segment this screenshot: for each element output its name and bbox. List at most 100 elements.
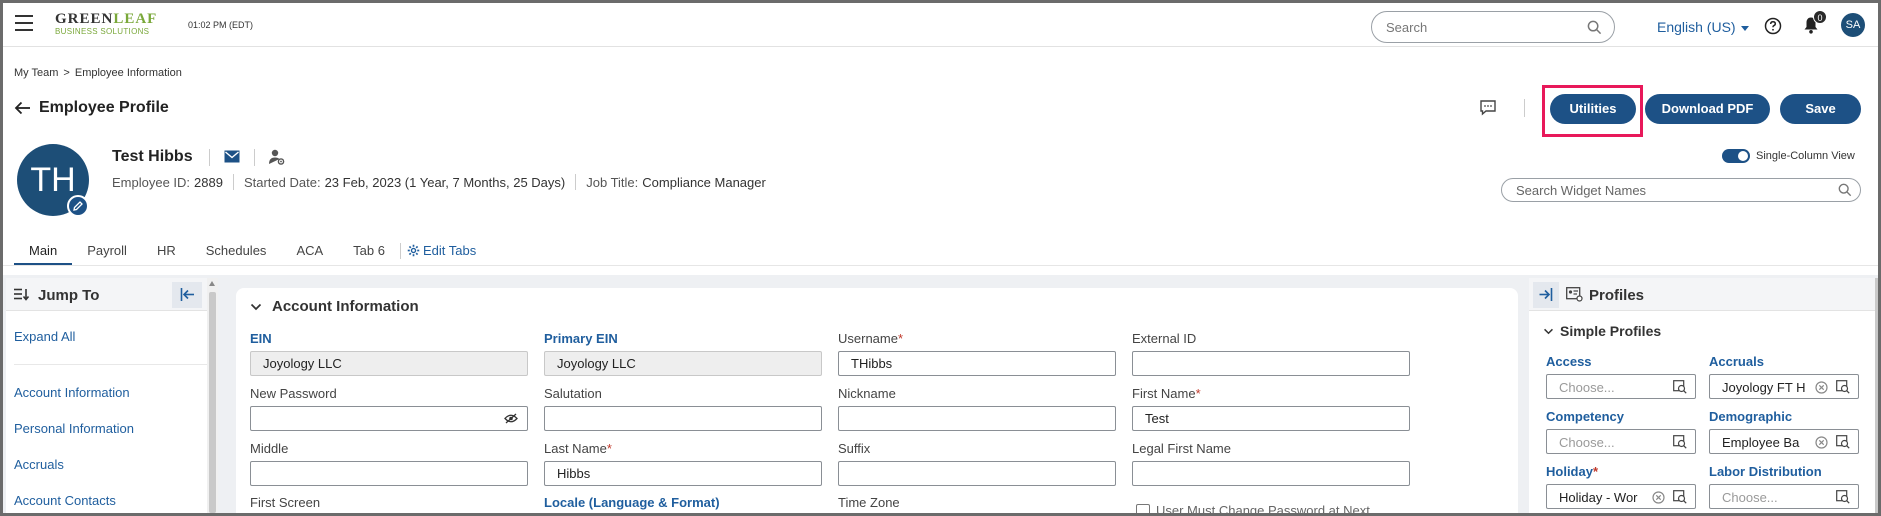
tab-6[interactable]: Tab 6	[338, 237, 400, 265]
jump-link-personal-information[interactable]: Personal Information	[14, 421, 134, 436]
lookup-icon[interactable]	[1673, 490, 1687, 504]
ein-field	[250, 351, 528, 376]
collapse-left-icon	[180, 288, 194, 301]
holiday-label-text: Holiday	[1546, 464, 1593, 479]
simple-profiles-toggle[interactable]: Simple Profiles	[1543, 323, 1661, 339]
must-change-password-label: User Must Change Password at Next	[1156, 503, 1370, 516]
comment-icon[interactable]	[1479, 99, 1497, 116]
tab-hr[interactable]: HR	[142, 237, 191, 265]
collapse-panel-button[interactable]	[172, 282, 202, 308]
save-button[interactable]: Save	[1780, 94, 1861, 124]
username-field[interactable]	[838, 351, 1116, 376]
jump-link-account-contacts[interactable]: Account Contacts	[14, 493, 116, 508]
chevron-down-icon	[1544, 328, 1553, 334]
mail-icon[interactable]	[224, 150, 240, 163]
utilities-button[interactable]: Utilities	[1550, 94, 1636, 124]
language-label: English (US)	[1657, 19, 1736, 35]
back-arrow-icon[interactable]	[14, 101, 31, 115]
must-change-password-checkbox[interactable]	[1136, 503, 1150, 516]
single-column-switch[interactable]	[1722, 149, 1750, 163]
search-input[interactable]	[1386, 20, 1576, 35]
lookup-icon[interactable]	[1836, 380, 1850, 394]
notifications-bell-icon[interactable]: 0	[1803, 10, 1827, 34]
accruals-field[interactable]: Joyology FT H	[1709, 374, 1859, 399]
jump-to-header: Jump To	[6, 278, 208, 311]
name-divider	[254, 149, 255, 166]
salutation-field[interactable]	[544, 406, 822, 431]
employee-id-label: Employee ID:	[112, 174, 191, 190]
help-icon[interactable]	[1764, 17, 1782, 35]
tab-schedules[interactable]: Schedules	[191, 237, 282, 265]
account-information-header[interactable]: Account Information	[250, 298, 419, 315]
clear-icon[interactable]	[1815, 381, 1828, 394]
middle-name-field[interactable]	[250, 461, 528, 486]
demographic-field[interactable]: Employee Ba	[1709, 429, 1859, 454]
edit-tabs-button[interactable]: Edit Tabs	[401, 237, 482, 258]
first-screen-label: First Screen	[250, 495, 321, 510]
page-scrollbar[interactable]	[1875, 278, 1878, 513]
breadcrumb: My Team > Employee Information	[14, 67, 182, 79]
search-icon[interactable]	[1587, 20, 1602, 35]
labor-distribution-field[interactable]: Choose...	[1709, 484, 1859, 509]
download-pdf-button[interactable]: Download PDF	[1645, 94, 1770, 124]
widget-search-input[interactable]	[1516, 183, 1816, 198]
breadcrumb-separator: >	[63, 67, 70, 79]
edit-photo-button[interactable]	[67, 195, 89, 217]
legal-first-name-field[interactable]	[1132, 461, 1410, 486]
locale-label: Locale (Language & Format)	[544, 495, 720, 510]
access-field[interactable]: Choose...	[1546, 374, 1696, 399]
logo-text-a: GREEN	[55, 11, 114, 27]
account-information-card: Account Information EIN Primary EIN User…	[236, 288, 1518, 516]
legal-first-name-label: Legal First Name	[1132, 441, 1231, 456]
access-label: Access	[1546, 354, 1592, 369]
nickname-label: Nickname	[838, 386, 896, 401]
new-password-field[interactable]	[250, 406, 528, 431]
breadcrumb-my-team[interactable]: My Team	[14, 67, 58, 79]
labor-distribution-label: Labor Distribution	[1709, 464, 1822, 479]
notifications-badge: 0	[1813, 10, 1827, 24]
lookup-icon[interactable]	[1673, 435, 1687, 449]
nickname-field[interactable]	[838, 406, 1116, 431]
tab-payroll[interactable]: Payroll	[72, 237, 142, 265]
page-title: Employee Profile	[39, 99, 169, 116]
menu-icon[interactable]	[15, 15, 33, 31]
edit-tabs-label: Edit Tabs	[422, 243, 477, 258]
holiday-field[interactable]: Holiday - Wor	[1546, 484, 1696, 509]
chevron-down-icon	[250, 303, 262, 310]
search-icon[interactable]	[1838, 183, 1852, 197]
last-name-label: Last Name*	[544, 441, 612, 456]
jump-link-account-information[interactable]: Account Information	[14, 385, 130, 400]
clear-icon[interactable]	[1652, 491, 1665, 504]
demographic-value: Employee Ba	[1722, 435, 1800, 450]
tab-main[interactable]: Main	[14, 237, 73, 265]
toolbar-divider	[1524, 99, 1525, 117]
user-avatar[interactable]: SA	[1841, 13, 1865, 37]
sort-list-icon	[14, 288, 30, 301]
tab-aca[interactable]: ACA	[281, 237, 338, 265]
external-id-label: External ID	[1132, 331, 1197, 346]
company-logo[interactable]: GREENLEAF BUSINESS SOLUTIONS	[55, 12, 170, 42]
primary-ein-label: Primary EIN	[544, 331, 618, 346]
expand-panel-button[interactable]	[1533, 282, 1559, 308]
first-name-field[interactable]	[1132, 406, 1410, 431]
jump-scrollbar[interactable]	[207, 278, 218, 513]
suffix-field[interactable]	[838, 461, 1116, 486]
lookup-icon[interactable]	[1673, 380, 1687, 394]
widget-search[interactable]	[1501, 178, 1861, 202]
jump-link-accruals[interactable]: Accruals	[14, 457, 64, 472]
user-settings-icon[interactable]	[268, 148, 286, 166]
clear-icon[interactable]	[1815, 436, 1828, 449]
logo-text-b: LEAF	[113, 11, 158, 27]
employee-meta: Employee ID: 2889 Started Date: 23 Feb, 20…	[112, 174, 766, 190]
lookup-icon[interactable]	[1836, 435, 1850, 449]
global-search[interactable]	[1371, 11, 1615, 43]
lookup-icon[interactable]	[1836, 490, 1850, 504]
first-name-label: First Name*	[1132, 386, 1201, 401]
last-name-field[interactable]	[544, 461, 822, 486]
jump-expand-all[interactable]: Expand All	[14, 329, 75, 344]
competency-field[interactable]: Choose...	[1546, 429, 1696, 454]
required-mark: *	[606, 441, 612, 456]
external-id-field[interactable]	[1132, 351, 1410, 376]
eye-slash-icon[interactable]	[504, 413, 518, 424]
language-selector[interactable]: English (US)	[1657, 19, 1750, 35]
